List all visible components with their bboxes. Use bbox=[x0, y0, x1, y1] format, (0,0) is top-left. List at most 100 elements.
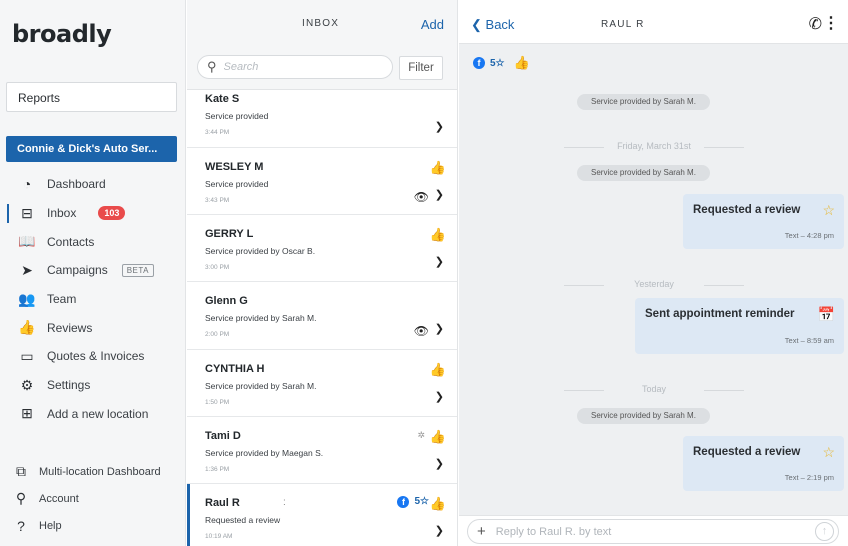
sidebar-item-label: Settings bbox=[47, 378, 91, 393]
team-icon: 👥 bbox=[18, 290, 36, 307]
conversation-time: 3:44 PM bbox=[205, 129, 230, 136]
sidebar-item-team[interactable]: 👥 Team bbox=[0, 285, 186, 314]
sidebar-item-label: Add a new location bbox=[47, 406, 149, 421]
sidebar-item-label: Quotes & Invoices bbox=[47, 349, 145, 364]
sidebar-item-label: Contacts bbox=[47, 234, 95, 249]
separator-mark: : bbox=[283, 496, 286, 508]
chevron-right-icon[interactable]: ❯ bbox=[435, 188, 444, 201]
main-nav: ◔ Dashboard ⊟ Inbox 103 📖 Contacts ➤ Campaigns BE… bbox=[0, 170, 186, 428]
sidebar-item-multi-location-dashboard[interactable]: ⧉ Multi-location Dashboard bbox=[0, 458, 186, 485]
sparkle-icon: ✲ bbox=[417, 429, 425, 440]
system-message-pill: Service provided by Sarah M. bbox=[577, 165, 710, 181]
message-text: Sent appointment reminder bbox=[645, 308, 795, 320]
reports-button[interactable]: Reports bbox=[6, 82, 177, 112]
sidebar-item-quotes-invoices[interactable]: ▭ Quotes & Invoices bbox=[0, 342, 186, 371]
chevron-right-icon[interactable]: ❯ bbox=[435, 390, 444, 403]
contacts-icon: 📖 bbox=[18, 233, 36, 250]
contact-name: Glenn G bbox=[205, 295, 248, 308]
conversation-time: 1:50 PM bbox=[205, 398, 230, 406]
chevron-right-icon[interactable]: ❯ bbox=[435, 524, 444, 537]
contact-name: CYNTHIA H bbox=[205, 362, 265, 375]
contact-ratings: f 5☆ 👍 bbox=[473, 55, 530, 71]
sidebar-item-dashboard[interactable]: ◔ Dashboard bbox=[0, 170, 186, 199]
message-text: Requested a review bbox=[693, 446, 801, 458]
reply-box: + ↑ bbox=[467, 519, 839, 544]
sidebar-item-label: Account bbox=[39, 492, 79, 505]
sidebar-item-label: Dashboard bbox=[47, 177, 106, 192]
conversation-row[interactable]: Kate S Service provided 3:44 PM ❯ bbox=[187, 80, 457, 148]
sidebar-item-account[interactable]: ⚲ Account bbox=[0, 485, 186, 512]
help-icon: ? bbox=[17, 517, 25, 534]
star-icon: ☆ bbox=[822, 444, 835, 460]
contact-name: WESLEY M bbox=[205, 161, 264, 173]
chevron-left-icon: ❮ bbox=[471, 17, 482, 32]
sidebar-item-add-a-new-location[interactable]: ⊞ Add a new location bbox=[0, 400, 186, 429]
chevron-right-icon[interactable]: ❯ bbox=[435, 457, 444, 470]
sidebar-item-help[interactable]: ? Help bbox=[0, 512, 186, 539]
search-input[interactable] bbox=[223, 61, 374, 73]
conversation-time: 1:36 PM bbox=[205, 465, 230, 473]
reply-input[interactable] bbox=[495, 525, 796, 538]
conversation-time: 3:00 PM bbox=[205, 264, 230, 272]
conversation-status: Service provided by Maegan S. bbox=[205, 447, 324, 458]
conversation-status: Service provided by Oscar B. bbox=[205, 246, 316, 257]
conversation-time: 2:00 PM bbox=[205, 331, 230, 339]
thumbs-up-icon: 👍 bbox=[429, 495, 446, 511]
settings-icon: ⚙ bbox=[20, 376, 34, 393]
search-box[interactable]: ⚲ bbox=[197, 55, 393, 79]
sidebar-item-campaigns[interactable]: ➤ Campaigns BETA bbox=[0, 256, 186, 285]
conversation-time: 10:19 AM bbox=[205, 532, 233, 540]
conversation-status: Service provided bbox=[205, 179, 269, 189]
conversation-row[interactable]: WESLEY M Service provided 3:43 PM ❯ 👁 👍 bbox=[187, 148, 457, 216]
inbox-icon: ⊟ bbox=[21, 204, 33, 221]
filter-button[interactable]: Filter bbox=[399, 56, 443, 80]
sidebar-item-label: Multi-location Dashboard bbox=[39, 465, 161, 478]
message-meta: Text – 8:59 am bbox=[784, 336, 834, 345]
sidebar-item-contacts[interactable]: 📖 Contacts bbox=[0, 227, 186, 256]
sidebar-item-settings[interactable]: ⚙ Settings bbox=[0, 371, 186, 400]
contact-name: Kate S bbox=[205, 93, 240, 105]
chevron-right-icon[interactable]: ❯ bbox=[435, 255, 444, 268]
contact-name: GERRY L bbox=[205, 228, 254, 241]
dashboard-icon: ◔ bbox=[22, 176, 32, 193]
sidebar-item-inbox[interactable]: ⊟ Inbox 103 bbox=[0, 199, 186, 228]
conversation-status: Service provided bbox=[205, 111, 269, 121]
inbox-panel: Kate S Service provided 3:44 PM ❯ WESLEY M Se… bbox=[187, 0, 458, 546]
send-arrow-icon[interactable]: ↑ bbox=[815, 522, 834, 541]
phone-icon[interactable]: ✆ bbox=[809, 14, 822, 34]
chevron-right-icon[interactable]: ❯ bbox=[435, 120, 444, 133]
add-button[interactable]: Add bbox=[421, 17, 444, 32]
back-button[interactable]: ❮ Back bbox=[471, 17, 514, 33]
date-separator: Friday, March 31st bbox=[564, 141, 744, 151]
broadly-logo[interactable]: broadly bbox=[12, 20, 112, 48]
message-bubble: Requested a review ☆ Text – 2:19 pm bbox=[683, 436, 844, 491]
message-meta: Text – 2:19 pm bbox=[784, 473, 834, 482]
sidebar-item-reviews[interactable]: 👍 Reviews bbox=[0, 313, 186, 342]
conversation-time: 3:43 PM bbox=[205, 197, 230, 204]
system-message-pill: Service provided by Sarah M. bbox=[577, 408, 710, 424]
facebook-icon: f bbox=[397, 495, 410, 508]
date-separator: Yesterday bbox=[564, 279, 744, 289]
conversation-row[interactable]: Raul R Requested a review 10:19 AM ❯ 👍: f 5☆ bbox=[187, 483, 457, 546]
conversation-panel: ❮ Back RAUL R ✆ ⋮ f 5☆ 👍 Service provide… bbox=[459, 0, 848, 546]
sidebar-item-label: Reviews bbox=[47, 320, 93, 335]
beta-tag: BETA bbox=[121, 263, 155, 277]
location-selector-button[interactable]: Connie & Dick's Auto Ser... bbox=[6, 136, 177, 162]
star-icon: ☆ bbox=[822, 202, 835, 218]
search-icon: ⚲ bbox=[207, 59, 217, 74]
plus-icon[interactable]: + bbox=[477, 523, 486, 540]
chevron-right-icon[interactable]: ❯ bbox=[435, 322, 444, 335]
conversation-status: Requested a review bbox=[205, 514, 281, 525]
calendar-icon: 📅 bbox=[817, 306, 835, 322]
conversation-row[interactable]: CYNTHIA H Service provided by Sarah M. 1:5… bbox=[187, 349, 457, 417]
bottom-nav: ⧉ Multi-location Dashboard ⚲ Account? Help bbox=[0, 458, 186, 539]
conversation-row[interactable]: Tami D Service provided by Maegan S. 1:36 … bbox=[187, 416, 457, 484]
conversation-row[interactable]: GERRY L Service provided by Oscar B. 3:00 … bbox=[187, 215, 457, 283]
sidebar-item-label: Campaigns bbox=[47, 263, 108, 278]
thumbs-up-icon: 👍 bbox=[429, 227, 446, 243]
conversation-status: Service provided by Sarah M. bbox=[205, 380, 317, 391]
reply-bar: + ↑ bbox=[459, 515, 848, 546]
conversation-row[interactable]: Glenn G Service provided by Sarah M. 2:00 … bbox=[187, 282, 457, 350]
more-options-icon[interactable]: ⋮ bbox=[823, 13, 839, 33]
quotes-icon: ▭ bbox=[20, 347, 34, 364]
